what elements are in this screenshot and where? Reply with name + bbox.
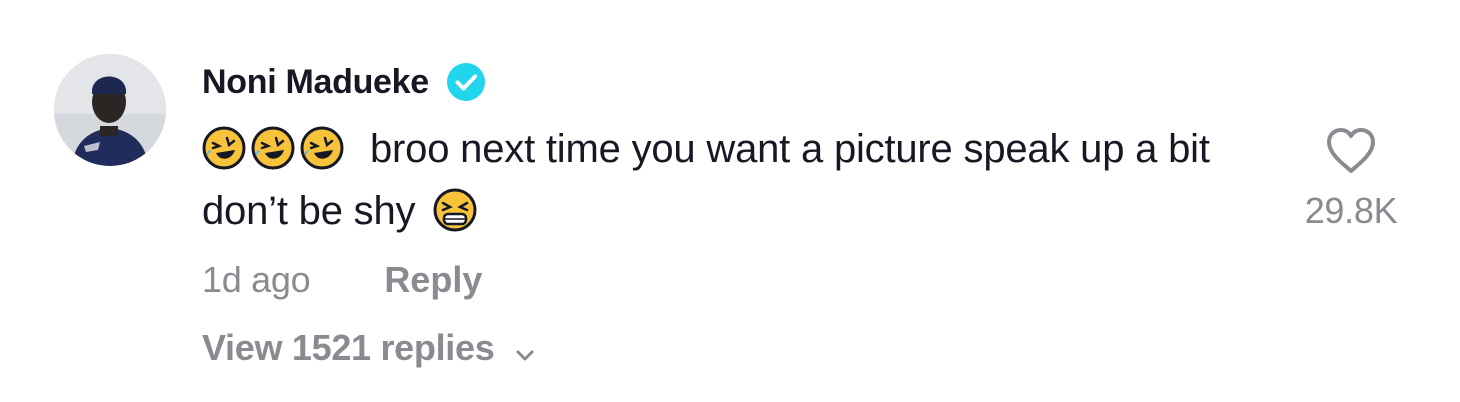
view-replies-label: View 1521 replies (202, 327, 495, 368)
tired-face-icon (433, 188, 477, 232)
avatar[interactable] (54, 54, 166, 166)
comment-meta: 1d ago Reply (202, 250, 1282, 310)
like-section: 29.8K (1290, 126, 1412, 232)
like-heart-icon[interactable] (1324, 126, 1378, 176)
comment-text-content: broo next time you want a picture speak … (202, 127, 1210, 233)
reply-button[interactable]: Reply (384, 259, 482, 301)
avatar-photo (54, 54, 166, 166)
like-count: 29.8K (1304, 190, 1398, 231)
chevron-down-icon (512, 335, 538, 361)
author-name[interactable]: Noni Madueke (202, 63, 429, 102)
verified-badge-icon (446, 63, 485, 101)
rolling-on-floor-laughing-icon (251, 126, 295, 170)
comment-text: broo next time you want a picture speak … (202, 118, 1262, 242)
rolling-on-floor-laughing-icon (300, 126, 344, 170)
view-replies-button[interactable]: View 1521 replies (202, 320, 1282, 376)
author-row: Noni Madueke (202, 60, 1282, 104)
comment-timestamp: 1d ago (202, 259, 311, 300)
rolling-on-floor-laughing-icon (202, 126, 246, 170)
comment-body: Noni Madueke broo next time you want a p… (202, 60, 1282, 376)
